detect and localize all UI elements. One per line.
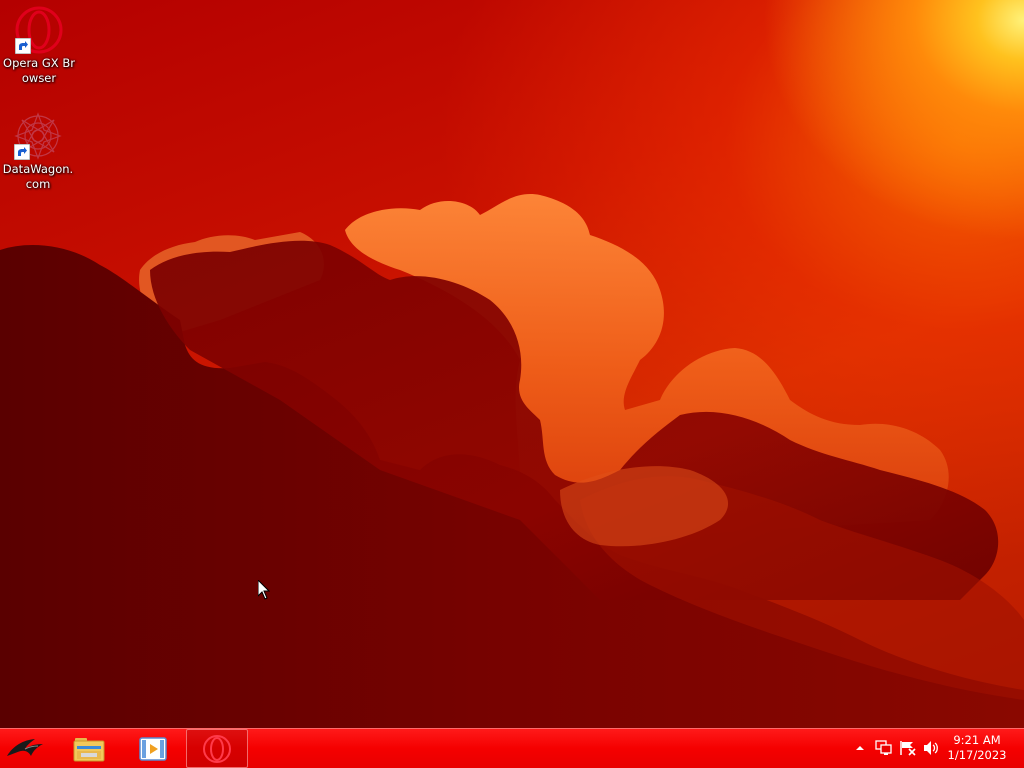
show-hidden-icons-arrow[interactable] <box>851 739 869 757</box>
taskbar-file-explorer[interactable] <box>58 729 120 768</box>
folder-icon <box>73 737 105 761</box>
action-center-flag-icon[interactable] <box>899 739 917 757</box>
shortcut-arrow-icon <box>14 144 30 160</box>
clock-time: 9:21 AM <box>953 733 1001 747</box>
opera-gx-icon <box>15 6 63 54</box>
start-button[interactable] <box>0 729 54 768</box>
opera-gx-icon <box>203 734 231 763</box>
taskbar: 9:21 AM 1/17/2023 <box>0 728 1024 768</box>
desktop-icon-label: DataWagon.com <box>2 162 74 191</box>
clock-date: 1/17/2023 <box>947 748 1007 762</box>
desktop[interactable]: Opera GX Browser DataWagon.com <box>0 0 1024 728</box>
taskbar-media-player[interactable] <box>122 729 184 768</box>
desktop-icon-datawagon[interactable]: DataWagon.com <box>0 112 76 192</box>
media-player-icon <box>139 736 167 761</box>
desktop-icon-label: Opera GX Browser <box>3 56 75 85</box>
volume-icon[interactable] <box>923 739 941 757</box>
taskbar-opera-gx[interactable] <box>186 729 248 768</box>
wallpaper-clouds <box>0 194 1024 728</box>
desktop-icon-opera-gx[interactable]: Opera GX Browser <box>1 6 77 86</box>
shortcut-arrow-icon <box>15 38 31 54</box>
datawagon-icon <box>14 112 62 160</box>
system-clock[interactable]: 9:21 AM 1/17/2023 <box>942 733 1012 763</box>
network-icon[interactable] <box>875 739 893 757</box>
mouse-cursor-icon <box>258 580 270 600</box>
rog-logo-icon <box>7 738 43 756</box>
